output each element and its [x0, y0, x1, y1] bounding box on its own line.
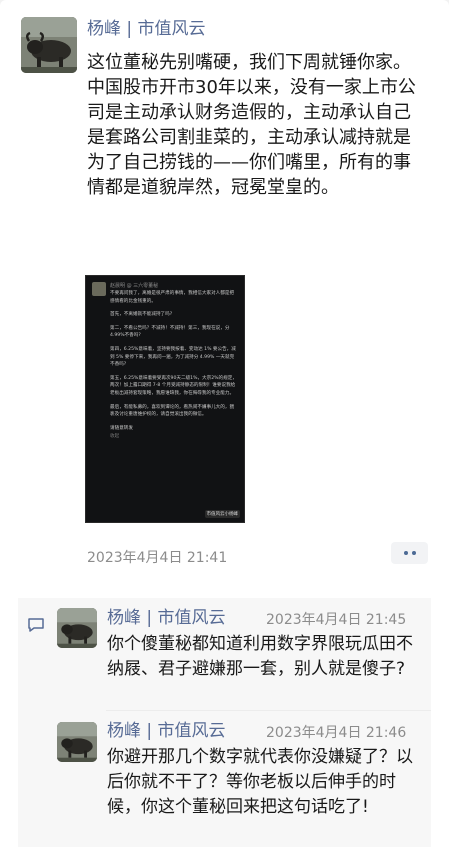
comment-avatar[interactable]	[57, 722, 97, 762]
image-paragraph: 第四，6.25%意味着，坚持要我按着、变动达 1% 要公告，减到 5% 要停下来…	[110, 346, 236, 368]
post-timestamp: 2023年4月4日 21:41	[87, 550, 228, 566]
image-author: 赵晨明 @ 三六零董秘	[110, 283, 159, 289]
more-button[interactable]	[391, 542, 428, 564]
image-paragraph: 首先，不离婚就不能减持了吗?	[110, 312, 173, 318]
comment-text: 你个傻董秘都知道利用数字界限玩瓜田不纳屐、君子避嫌那一套，别人就是傻子?	[107, 634, 413, 679]
more-dots-icon	[411, 551, 416, 555]
post-author-name[interactable]: 杨峰 | 市值风云	[87, 18, 206, 40]
image-avatar	[92, 282, 106, 296]
comment-timestamp: 2023年4月4日 21:46	[266, 725, 407, 741]
comment-author-name[interactable]: 杨峰 | 市值风云	[107, 607, 226, 629]
moment-card: 杨峰 | 市值风云 这位董秘先别嘴硬，我们下周就锤你家。 中国股市开市30年以来…	[0, 0, 449, 847]
avatar[interactable]	[21, 17, 77, 73]
image-watermark: 市值风云小杨峰	[204, 510, 240, 518]
image-paragraph: 第二，不看公告吗？不减持！不减持！第三，我现在说，分4.99%不香吗?	[110, 325, 230, 339]
image-paragraph: 收起	[110, 434, 120, 440]
comment-avatar[interactable]	[57, 608, 97, 648]
more-dots-icon	[403, 551, 408, 555]
post-paragraph: 这位董秘先别嘴硬，我们下周就锤你家。	[87, 52, 411, 73]
image-paragraph: 第五，6.25%意味着要受再次90天二级1%，大宗2%的规定，两次！加上露口期得…	[110, 375, 237, 396]
post-paragraph: 中国股市开市30年以来，没有一家上市公司是主动承认财务造假的，主动承认自己是套路…	[87, 77, 416, 198]
image-text: 不要再问我了，离婚是很严肃的事情，我相信大家对人都是把感情看的比金钱重的。 首先…	[110, 290, 238, 447]
comment-divider	[106, 710, 431, 711]
image-paragraph: 请随意转发	[110, 425, 133, 431]
comment-timestamp: 2023年4月4日 21:45	[266, 612, 407, 628]
bull-statue-image	[57, 722, 97, 762]
bull-statue-image	[21, 17, 77, 73]
image-paragraph: 不要再问我了，离婚是很严肃的事情，我相信大家对人都是把感情看的比金钱重的。	[110, 291, 235, 304]
comment-author-name[interactable]: 杨峰 | 市值风云	[107, 720, 226, 742]
bull-statue-image	[57, 608, 97, 648]
comment-text: 你避开那几个数字就代表你没嫌疑了？以后你就不干了？等你老板以后伸手的时候，你这个…	[107, 747, 413, 817]
comment-icon	[28, 618, 44, 632]
post-image-screenshot[interactable]: 赵晨明 @ 三六零董秘 不要再问我了，离婚是很严肃的事情，我相信大家对人都是把感…	[85, 275, 245, 523]
comments-section: 杨峰 | 市值风云 2023年4月4日 21:45 你个傻董秘都知道利用数字界限…	[18, 598, 431, 847]
post-content: 这位董秘先别嘴硬，我们下周就锤你家。 中国股市开市30年以来，没有一家上市公司是…	[87, 50, 427, 200]
image-paragraph: 最后，有能私募的，喜欢到谭论的，看热闹不嫌事儿大的，猥亵及讨论重唐维护权的，请自…	[110, 404, 235, 418]
